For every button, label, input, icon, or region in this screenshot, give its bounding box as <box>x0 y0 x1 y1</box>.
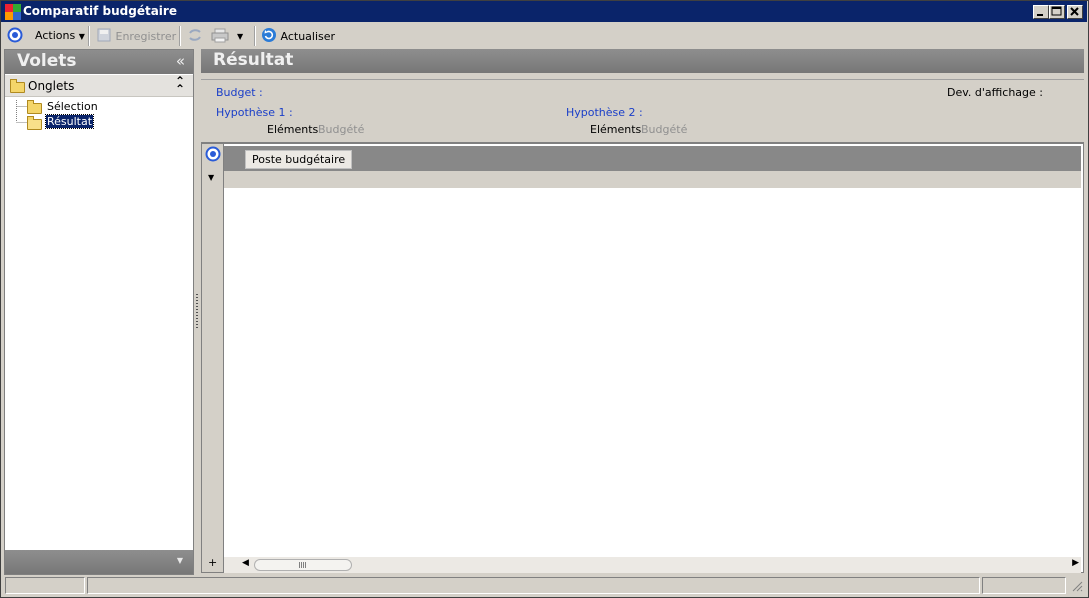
chevron-down-icon[interactable]: ▼ <box>208 173 214 182</box>
refresh-label: Actualiser <box>280 30 336 43</box>
minimize-icon <box>1037 14 1043 16</box>
elements1-value: Budgété <box>318 123 365 136</box>
options-button[interactable] <box>7 27 23 45</box>
grid-row-header: ▼ + <box>202 144 224 572</box>
print-button[interactable] <box>211 27 229 45</box>
actions-menu-button[interactable]: Actions ▼ <box>35 27 85 45</box>
save-icon <box>97 28 111 42</box>
elements2-label: Eléments <box>590 123 642 136</box>
status-panel <box>5 577 85 594</box>
grid-group-header: Poste budgétaire <box>224 146 1081 171</box>
main-header: Résultat <box>201 49 1084 73</box>
chevron-down-icon: ▼ <box>237 32 244 41</box>
close-button[interactable] <box>1067 5 1083 19</box>
maximize-icon <box>1051 6 1062 16</box>
maximize-button[interactable] <box>1049 5 1065 19</box>
tree-item-label: Résultat <box>44 114 95 129</box>
hypothesis2-link[interactable]: Hypothèse 2 : <box>566 106 643 119</box>
status-bar <box>3 576 1086 595</box>
save-button[interactable]: Enregistrer <box>96 27 176 45</box>
print-dropdown[interactable]: ▼ <box>237 27 243 45</box>
toolbar-separator <box>254 26 256 46</box>
scroll-grip <box>299 562 307 568</box>
left-panel-footer: ▼ <box>5 550 193 574</box>
resize-grip-icon[interactable] <box>1071 580 1083 592</box>
page-title: Résultat <box>213 50 294 70</box>
scroll-right-icon[interactable]: ▶ <box>1072 558 1079 568</box>
status-panel <box>982 577 1066 594</box>
window-title: Comparatif budgétaire <box>23 4 177 18</box>
splitter-grip[interactable] <box>196 294 198 330</box>
add-row-icon[interactable]: + <box>208 556 217 569</box>
column-header-poste-budgetaire[interactable]: Poste budgétaire <box>245 150 353 169</box>
chevron-down-icon: ▼ <box>78 32 85 41</box>
actions-label: Actions <box>35 29 76 42</box>
horizontal-scrollbar[interactable]: ◀ ▶ <box>224 557 1081 573</box>
toolbar-separator <box>88 26 90 46</box>
header-divider <box>201 79 1084 80</box>
app-icon <box>5 4 21 20</box>
chevron-down-icon[interactable]: ▼ <box>177 556 183 565</box>
close-icon <box>1070 7 1079 16</box>
scroll-thumb[interactable] <box>254 559 352 571</box>
volets-header: Volets « <box>5 50 193 74</box>
elements1-label: Eléments <box>267 123 319 136</box>
refresh-button[interactable]: Actualiser <box>261 27 335 45</box>
grid-filter-row <box>224 171 1081 188</box>
sync-icon <box>189 29 201 41</box>
volets-title: Volets <box>17 51 77 71</box>
data-grid: ▼ + Poste budgétaire ◀ ▶ <box>201 142 1084 573</box>
elements2-value: Budgété <box>641 123 688 136</box>
scroll-left-icon[interactable]: ◀ <box>242 558 249 568</box>
panel-splitter[interactable] <box>194 49 200 575</box>
onglets-group-header[interactable]: Onglets ⌃ ⌃ <box>5 75 193 97</box>
minimize-button[interactable] <box>1033 5 1049 19</box>
tree-item-label: Sélection <box>47 100 98 113</box>
circle-option-icon <box>7 27 23 43</box>
toolbar-separator <box>179 26 181 46</box>
currency-label: Dev. d'affichage : <box>947 86 1043 99</box>
title-bar[interactable]: Comparatif budgétaire <box>1 1 1087 22</box>
status-panel <box>87 577 980 594</box>
save-label: Enregistrer <box>115 30 177 43</box>
left-panel: Volets « Onglets ⌃ ⌃ Sélection Résultat ▼ <box>4 49 194 575</box>
hypothesis1-link[interactable]: Hypothèse 1 : <box>216 106 293 119</box>
onglets-title: Onglets <box>28 79 75 93</box>
folder-icon <box>10 79 25 93</box>
refresh-icon <box>262 28 276 42</box>
sync-button[interactable] <box>187 27 203 45</box>
budget-link[interactable]: Budget : <box>216 86 263 99</box>
grid-options-icon[interactable] <box>205 146 221 162</box>
toolbar: Actions ▼ Enregistrer ▼ Actualiser <box>1 23 1087 48</box>
open-folder-icon <box>27 116 42 130</box>
folder-icon <box>27 100 42 114</box>
collapse-panel-icon[interactable]: « <box>176 52 185 70</box>
collapse-group-icon[interactable]: ⌃ ⌃ <box>175 75 185 95</box>
printer-icon <box>211 28 229 43</box>
